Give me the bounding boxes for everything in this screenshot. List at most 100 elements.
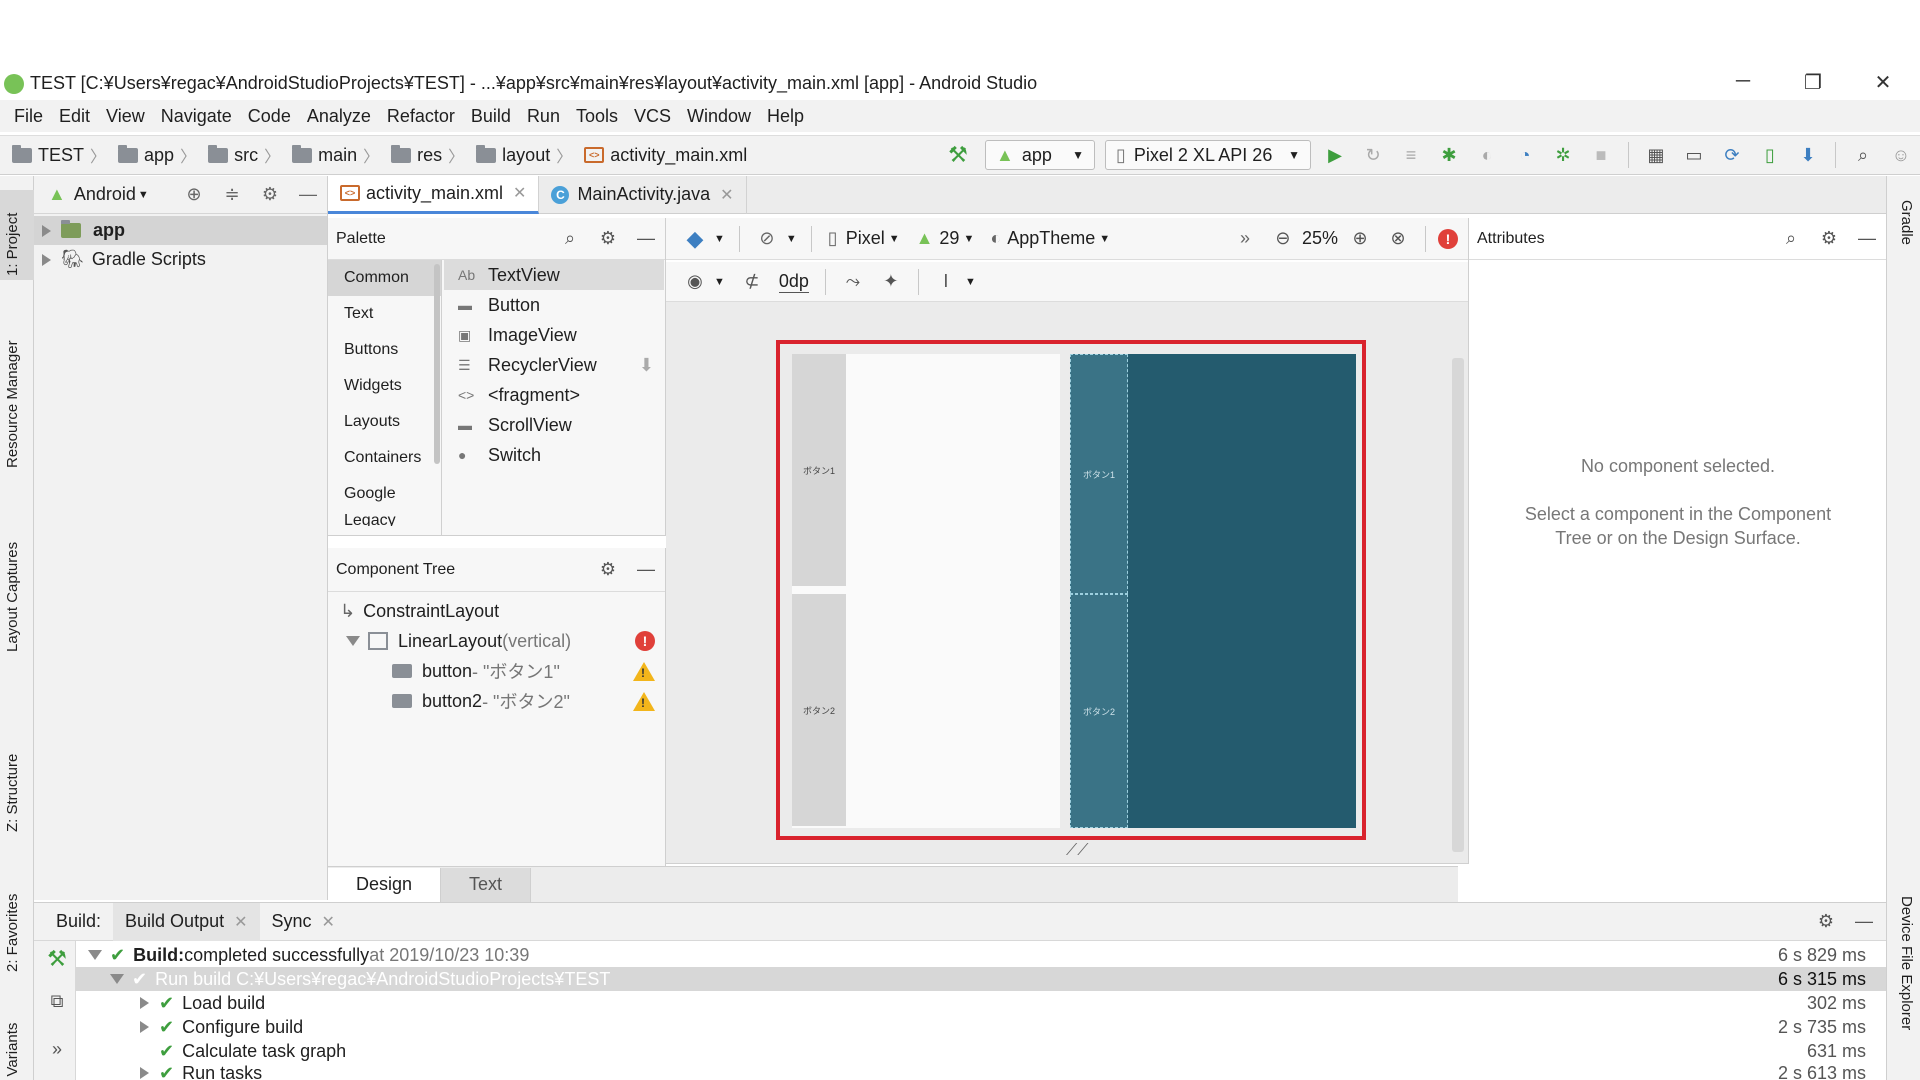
build-row-run-build[interactable]: ✔ Run build C:¥Users¥regac¥AndroidStudio…: [76, 967, 1886, 991]
blueprint-preview[interactable]: ボタン1 ボタン2: [1070, 354, 1356, 828]
hide-icon[interactable]: —: [634, 227, 658, 251]
tree-item-gradle-scripts[interactable]: 🐘︎ Gradle Scripts: [34, 245, 327, 274]
build-row-calculate-task-graph[interactable]: ✔ Calculate task graph 631 ms: [76, 1039, 1886, 1063]
close-tab-icon[interactable]: ✕: [513, 183, 526, 203]
gear-icon[interactable]: ⚙: [1817, 227, 1841, 251]
palette-category-google[interactable]: Google: [328, 476, 441, 512]
expand-arrow-icon[interactable]: [140, 997, 149, 1009]
hammer-build-icon[interactable]: ⚒: [946, 142, 970, 167]
close-tab-icon[interactable]: ✕: [234, 912, 247, 932]
user-icon[interactable]: ☺: [1889, 143, 1913, 167]
menu-build[interactable]: Build: [463, 106, 519, 127]
tool-tab-device-file-explorer[interactable]: Device File Explorer: [1887, 886, 1920, 1066]
hide-icon[interactable]: —: [1855, 227, 1879, 251]
tool-tab-favorites[interactable]: 2: Favorites: [0, 866, 34, 976]
search-icon[interactable]: ⌕: [558, 227, 582, 251]
close-button[interactable]: ✕: [1860, 70, 1906, 96]
build-row-completed[interactable]: ✔ Build: completed successfully at 2019/…: [76, 943, 1886, 967]
eye-icon[interactable]: ◉: [683, 270, 707, 294]
breadcrumb-activity-main[interactable]: <> activity_main.xml: [584, 145, 747, 166]
tree-linearlayout[interactable]: LinearLayout (vertical) !: [328, 626, 665, 656]
expand-arrow-icon[interactable]: [140, 1021, 149, 1033]
collapse-all-icon[interactable]: ≑: [220, 183, 244, 207]
error-icon[interactable]: !: [1438, 228, 1458, 249]
profile-icon[interactable]: ◔: [1513, 143, 1537, 167]
chevron-down-icon[interactable]: ▼: [714, 233, 725, 245]
hide-icon[interactable]: —: [1852, 910, 1876, 934]
layers-icon[interactable]: ◆: [683, 226, 707, 251]
project-view-select[interactable]: Android: [74, 184, 136, 205]
device-select[interactable]: ▯ Pixel 2 XL API 26 ▼: [1105, 140, 1311, 170]
menu-edit[interactable]: Edit: [51, 106, 98, 127]
gear-icon[interactable]: ⚙: [258, 183, 282, 207]
expand-arrow-icon[interactable]: [140, 1067, 149, 1079]
apply-code-changes-icon[interactable]: ≡: [1399, 143, 1423, 167]
palette-item-scrollview[interactable]: ▬ ScrollView: [444, 410, 664, 440]
error-icon[interactable]: !: [635, 631, 655, 651]
avd-manager-icon[interactable]: ▯: [1758, 143, 1782, 167]
palette-category-text[interactable]: Text: [328, 296, 441, 332]
blueprint-button-1[interactable]: ボタン1: [1070, 354, 1128, 594]
api-level-select[interactable]: ▲ 29 ▼: [916, 228, 975, 249]
project-structure-icon[interactable]: ▦: [1644, 143, 1668, 167]
close-tab-icon[interactable]: ✕: [322, 912, 335, 932]
search-icon[interactable]: ⌕: [1851, 143, 1875, 167]
blueprint-button-2[interactable]: ボタン2: [1070, 594, 1128, 828]
build-row-run-tasks[interactable]: ✔ Run tasks 2 s 613 ms: [76, 1063, 1886, 1080]
toggle-view-icon[interactable]: ⧉: [45, 989, 69, 1013]
menu-window[interactable]: Window: [679, 106, 759, 127]
terminal-icon[interactable]: ▭: [1682, 143, 1706, 167]
chevron-down-icon[interactable]: ▼: [714, 276, 725, 288]
build-row-configure-build[interactable]: ✔ Configure build 2 s 735 ms: [76, 1015, 1886, 1039]
breadcrumb-main[interactable]: main 〉: [292, 143, 387, 167]
tab-mainactivity-java[interactable]: C MainActivity.java ✕: [539, 175, 747, 214]
breadcrumb-src[interactable]: src 〉: [208, 143, 288, 167]
tool-tab-build-variants[interactable]: Build Variants: [0, 1006, 34, 1080]
menu-analyze[interactable]: Analyze: [299, 106, 379, 127]
hide-icon[interactable]: —: [296, 183, 320, 207]
theme-select[interactable]: ◐ AppTheme ▼: [990, 228, 1110, 249]
gear-icon[interactable]: ⚙: [596, 227, 620, 251]
menu-code[interactable]: Code: [240, 106, 299, 127]
expand-more-icon[interactable]: »: [45, 1037, 69, 1061]
palette-item-imageview[interactable]: ▣ ImageView: [444, 320, 664, 350]
menu-run[interactable]: Run: [519, 106, 568, 127]
default-margin-value[interactable]: 0dp: [778, 271, 809, 293]
search-icon[interactable]: ⌕: [1779, 227, 1803, 251]
breadcrumb-test[interactable]: TEST 〉: [12, 143, 114, 167]
tab-sync[interactable]: Sync ✕: [260, 903, 347, 941]
restore-button[interactable]: ❐: [1790, 70, 1836, 96]
zoom-to-fit-icon[interactable]: ⊗: [1386, 227, 1410, 251]
palette-item-recyclerview[interactable]: ☰ RecyclerView ⬇: [444, 350, 664, 380]
orientation-icon[interactable]: ⊘: [755, 227, 779, 251]
collapse-arrow-icon[interactable]: [110, 974, 124, 984]
tree-constraintlayout[interactable]: ↳ ConstraintLayout: [328, 596, 665, 626]
menu-tools[interactable]: Tools: [568, 106, 626, 127]
palette-category-widgets[interactable]: Widgets: [328, 368, 441, 404]
breadcrumb-res[interactable]: res 〉: [391, 143, 472, 167]
build-row-load-build[interactable]: ✔ Load build 302 ms: [76, 991, 1886, 1015]
tool-tab-gradle[interactable]: Gradle: [1887, 190, 1920, 290]
menu-navigate[interactable]: Navigate: [153, 106, 240, 127]
palette-category-buttons[interactable]: Buttons: [328, 332, 441, 368]
preview-button-1[interactable]: ボタン1: [792, 354, 846, 586]
menu-refactor[interactable]: Refactor: [379, 106, 463, 127]
tool-tab-project[interactable]: 1: Project: [0, 190, 34, 280]
tab-text[interactable]: Text: [441, 867, 532, 902]
tab-build-output[interactable]: Build Output ✕: [113, 902, 260, 941]
tool-tab-resource-manager[interactable]: Resource Manager: [0, 326, 34, 476]
run-icon[interactable]: ▶: [1323, 143, 1347, 167]
palette-category-common[interactable]: Common: [328, 260, 441, 296]
menu-view[interactable]: View: [98, 106, 153, 127]
canvas-scrollbar[interactable]: [1452, 358, 1464, 852]
close-tab-icon[interactable]: ✕: [720, 185, 733, 205]
stop-icon[interactable]: ■: [1589, 143, 1613, 167]
palette-category-layouts[interactable]: Layouts: [328, 404, 441, 440]
palette-item-fragment[interactable]: <> <fragment>: [444, 380, 664, 410]
tab-design[interactable]: Design: [328, 867, 442, 902]
palette-category-legacy[interactable]: Legacy: [328, 512, 441, 526]
apply-changes-icon[interactable]: ↻: [1361, 143, 1385, 167]
autoconnect-off-icon[interactable]: ⊄: [740, 270, 764, 294]
hide-icon[interactable]: —: [634, 558, 658, 582]
tab-activity-main-xml[interactable]: <> activity_main.xml ✕: [328, 175, 540, 214]
